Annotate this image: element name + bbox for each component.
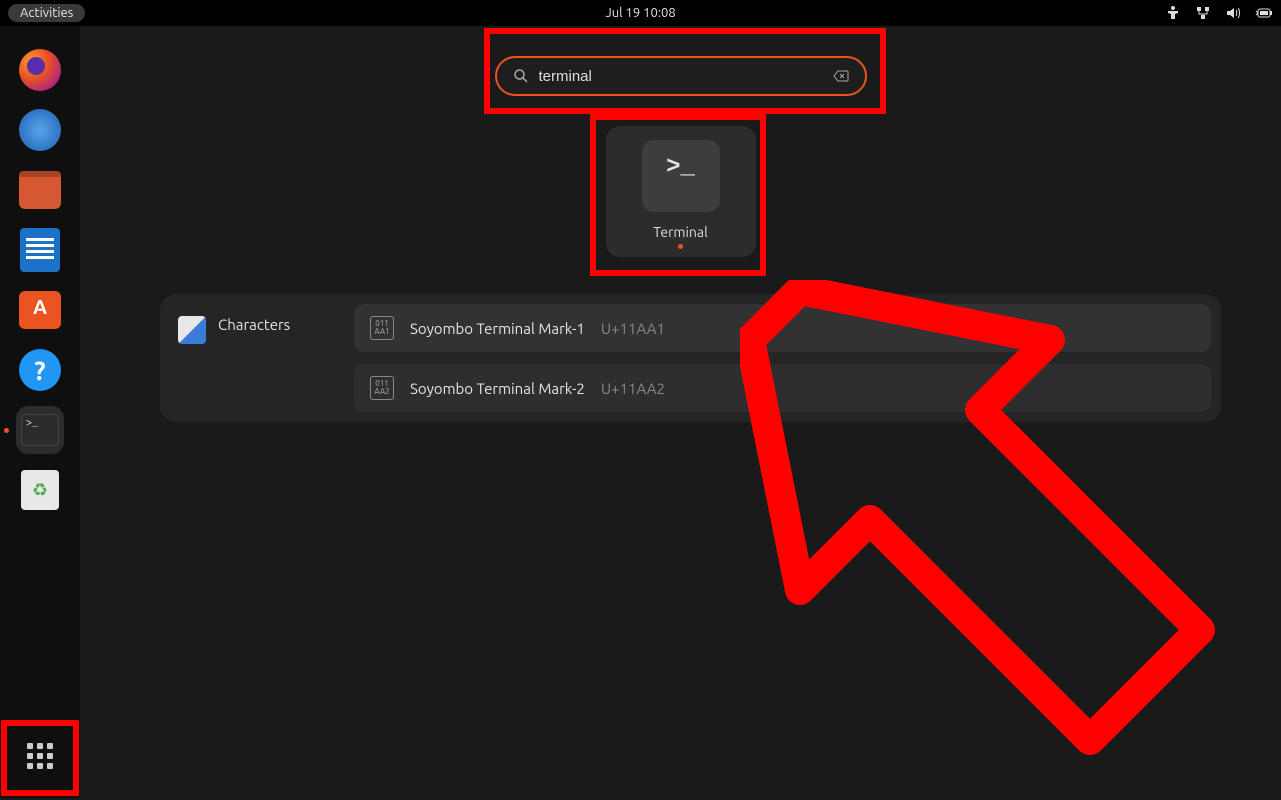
search-icon xyxy=(513,68,529,84)
dock: ? >_ xyxy=(0,26,80,798)
backspace-clear-icon[interactable] xyxy=(833,68,849,84)
character-name: Soyombo Terminal Mark-2 xyxy=(410,380,585,397)
status-area[interactable] xyxy=(1165,5,1273,21)
terminal-icon: >_ xyxy=(21,414,59,446)
firefox-icon xyxy=(19,49,61,91)
libreoffice-writer-icon xyxy=(20,228,60,272)
search-bar[interactable] xyxy=(495,56,867,96)
top-bar: Activities Jul 19 10:08 xyxy=(0,0,1281,26)
dock-item-firefox[interactable] xyxy=(16,46,64,94)
search-input[interactable] xyxy=(539,68,823,85)
dock-item-software[interactable] xyxy=(16,286,64,334)
help-icon: ? xyxy=(19,349,61,391)
characters-icon xyxy=(178,316,206,344)
thunderbird-icon xyxy=(19,109,61,151)
character-name: Soyombo Terminal Mark-1 xyxy=(410,320,585,337)
app-result-label: Terminal xyxy=(653,224,708,240)
show-applications-button[interactable] xyxy=(16,732,64,780)
running-indicator xyxy=(678,244,683,249)
character-result-row[interactable]: 011AA1 Soyombo Terminal Mark-1 U+11AA1 xyxy=(354,304,1211,352)
trash-icon xyxy=(21,470,59,510)
dock-item-terminal[interactable]: >_ xyxy=(16,406,64,454)
activities-button[interactable]: Activities xyxy=(8,4,85,22)
dock-item-writer[interactable] xyxy=(16,226,64,274)
terminal-app-icon: >_ xyxy=(642,140,720,212)
character-codepoint: U+11AA1 xyxy=(601,320,665,337)
characters-provider-label: Characters xyxy=(218,316,290,333)
dock-item-files[interactable] xyxy=(16,166,64,214)
network-icon xyxy=(1195,5,1211,21)
character-result-row[interactable]: 011AA2 Soyombo Terminal Mark-2 U+11AA2 xyxy=(354,364,1211,412)
characters-provider[interactable]: Characters xyxy=(170,304,346,412)
dock-item-trash[interactable] xyxy=(16,466,64,514)
dock-item-thunderbird[interactable] xyxy=(16,106,64,154)
apps-grid-icon xyxy=(27,743,53,769)
files-icon xyxy=(19,171,61,209)
character-glyph-icon: 011AA1 xyxy=(370,316,394,340)
app-result-terminal[interactable]: >_ Terminal xyxy=(606,126,756,257)
character-glyph-icon: 011AA2 xyxy=(370,376,394,400)
activities-overview: >_ Terminal Characters 011AA1 Soyombo Te… xyxy=(80,26,1281,798)
ubuntu-software-icon xyxy=(19,291,61,329)
accessibility-icon xyxy=(1165,5,1181,21)
dock-item-help[interactable]: ? xyxy=(16,346,64,394)
clock[interactable]: Jul 19 10:08 xyxy=(605,6,675,20)
characters-results-panel: Characters 011AA1 Soyombo Terminal Mark-… xyxy=(160,294,1221,422)
character-codepoint: U+11AA2 xyxy=(601,380,665,397)
battery-icon xyxy=(1255,5,1273,21)
volume-icon xyxy=(1225,5,1241,21)
